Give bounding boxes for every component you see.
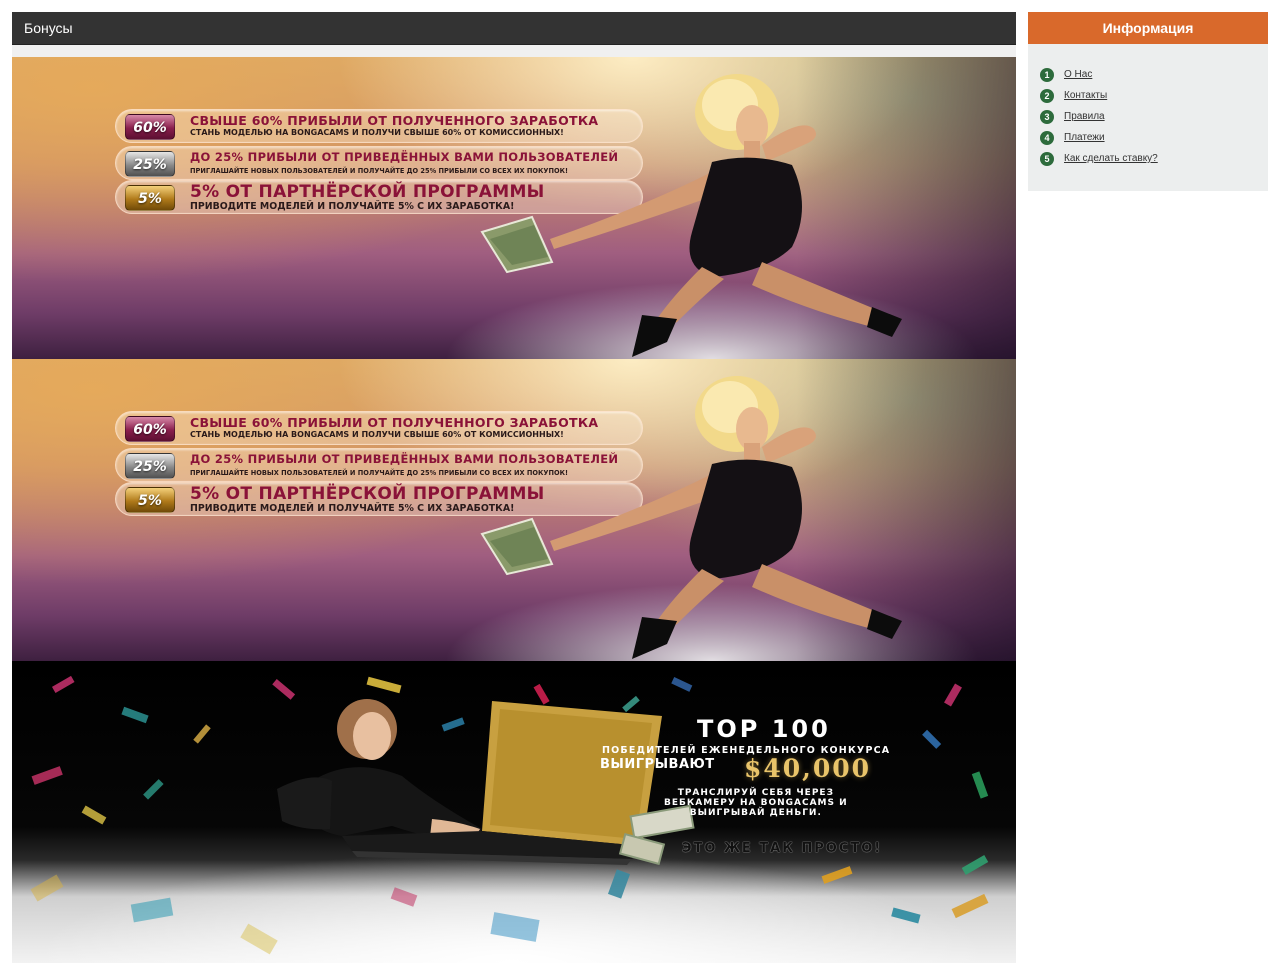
info-sidebar: Информация 1 О Нас 2 Контакты 3 Правила … <box>1028 12 1268 191</box>
number-badge: 5 <box>1040 151 1054 166</box>
badge-5-percent: 5% <box>125 487 175 513</box>
section-title: Бонусы <box>24 20 73 36</box>
number-badge: 1 <box>1040 67 1054 82</box>
sidebar-list: 1 О Нас 2 Контакты 3 Правила 4 Платежи 5… <box>1028 44 1268 191</box>
sidebar-link-about[interactable]: О Нас <box>1064 69 1092 80</box>
model-figure-image <box>480 74 902 357</box>
contest-description-line: ВЫИГРЫВАЙ ДЕНЬГИ. <box>689 808 822 818</box>
number-badge: 4 <box>1040 130 1054 145</box>
sidebar-item-how-to-bet[interactable]: 5 Как сделать ставку? <box>1040 148 1256 169</box>
money-fan-icon <box>480 215 554 274</box>
contest-banner[interactable]: TOP 100 ПОБЕДИТЕЛЕЙ ЕЖЕНЕДЕЛЬНОГО КОНКУР… <box>12 661 1016 963</box>
contest-description-line: ВЕБКАМЕРУ НА BONGACAMS И <box>664 798 848 808</box>
number-badge: 3 <box>1040 109 1054 124</box>
bonus-banner-2[interactable]: 60% СВЫШЕ 60% ПРИБЫЛИ ОТ ПОЛУЧЕННОГО ЗАР… <box>12 359 1016 661</box>
sidebar-item-payments[interactable]: 4 Платежи <box>1040 127 1256 148</box>
woman-figure-icon <box>277 699 482 847</box>
badge-25-percent: 25% <box>125 453 175 479</box>
contest-description-line: ТРАНСЛИРУЙ СЕБЯ ЧЕРЕЗ <box>677 788 834 798</box>
contest-prize-amount: $40,000 <box>744 754 872 783</box>
money-fan-icon <box>480 517 554 576</box>
sidebar-item-rules[interactable]: 3 Правила <box>1040 106 1256 127</box>
sidebar-link-how-to-bet[interactable]: Как сделать ставку? <box>1064 153 1158 164</box>
sidebar-link-contacts[interactable]: Контакты <box>1064 90 1107 101</box>
sidebar-link-rules[interactable]: Правила <box>1064 111 1105 122</box>
badge-5-percent: 5% <box>125 185 175 211</box>
model-figure-image <box>480 376 902 659</box>
badge-60-percent: 60% <box>125 114 175 140</box>
contest-slogan: ЭТО ЖЕ ТАК ПРОСТО! <box>682 841 883 856</box>
sidebar-item-about[interactable]: 1 О Нас <box>1040 64 1256 85</box>
contest-description: ТРАНСЛИРУЙ СЕБЯ ЧЕРЕЗ ВЕБКАМЕРУ НА BONGA… <box>664 788 848 818</box>
bonus-banner-1[interactable]: 60% СВЫШЕ 60% ПРИБЫЛИ ОТ ПОЛУЧЕННОГО ЗАР… <box>12 57 1016 359</box>
sidebar-title: Информация <box>1028 12 1268 44</box>
badge-60-percent: 60% <box>125 416 175 442</box>
contest-top-100: TOP 100 <box>697 715 831 743</box>
section-header: Бонусы <box>12 12 1016 45</box>
main-content: Бонусы 60% СВЫШЕ 60% ПРИБЫЛИ ОТ ПОЛУЧЕНН… <box>12 12 1016 963</box>
badge-25-percent: 25% <box>125 151 175 177</box>
header-divider <box>12 45 1016 57</box>
confetti-and-laptop-image <box>30 675 989 955</box>
number-badge: 2 <box>1040 88 1054 103</box>
sidebar-link-payments[interactable]: Платежи <box>1064 132 1105 143</box>
sidebar-item-contacts[interactable]: 2 Контакты <box>1040 85 1256 106</box>
contest-win-word: ВЫИГРЫВАЮТ <box>600 757 715 772</box>
